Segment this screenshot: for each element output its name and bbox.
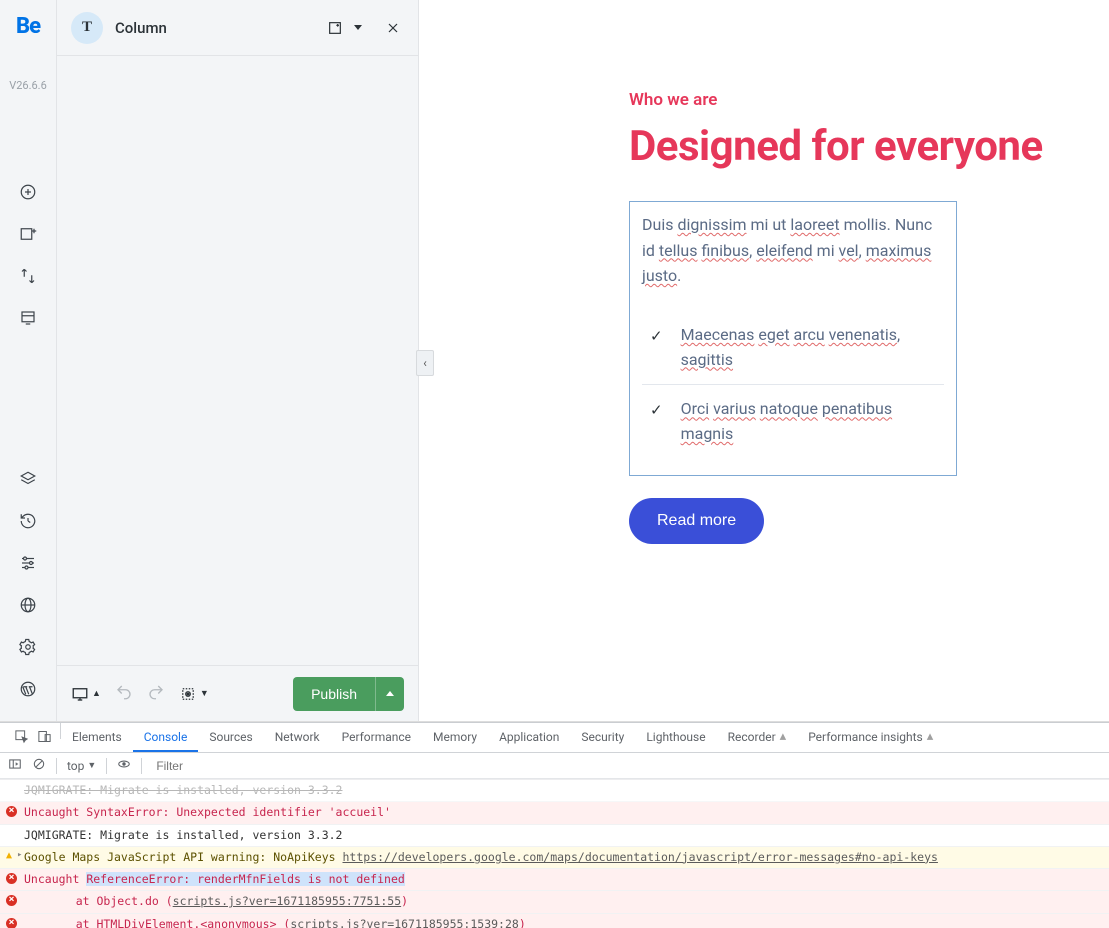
left-rail: Be V26.6.6 [0, 0, 57, 721]
check-icon: ✓ [650, 325, 663, 373]
tab-performance[interactable]: Performance [331, 723, 422, 752]
publish-options-button[interactable] [375, 677, 404, 711]
device-toolbar-icon[interactable] [37, 729, 52, 747]
preview-button[interactable]: ▼ [179, 685, 209, 703]
device-preview-button[interactable]: ▲ [71, 685, 101, 703]
log-entry: JQMIGRATE: Migrate is installed, version… [0, 825, 1109, 847]
settings-sliders-icon[interactable] [18, 553, 38, 573]
tab-sources[interactable]: Sources [198, 723, 263, 752]
log-entry-warning: ▸Google Maps JavaScript API warning: NoA… [0, 847, 1109, 869]
template-icon[interactable] [18, 308, 38, 328]
list-item[interactable]: ✓ Maecenas eget arcu venenatis, sagittis [642, 311, 944, 385]
inspector-footer: ▲ ▼ Publish [57, 665, 418, 721]
globe-icon[interactable] [18, 595, 38, 615]
tab-security[interactable]: Security [570, 723, 635, 752]
tab-console[interactable]: Console [133, 723, 199, 752]
selected-column[interactable]: Duis dignissim mi ut laoreet mollis. Nun… [629, 201, 957, 476]
undo-button[interactable] [115, 683, 133, 705]
inspect-element-icon[interactable] [14, 729, 29, 747]
app-version: V26.6.6 [9, 79, 47, 92]
body-paragraph[interactable]: Duis dignissim mi ut laoreet mollis. Nun… [642, 212, 944, 289]
beta-icon: ▴ [780, 730, 787, 743]
layers-icon[interactable] [18, 469, 38, 489]
section-subhead: Who we are [629, 90, 1069, 110]
close-icon[interactable] [382, 17, 404, 39]
live-expression-icon[interactable] [117, 757, 131, 774]
history-icon[interactable] [18, 511, 38, 531]
console-sidebar-toggle-icon[interactable] [8, 757, 22, 774]
wordpress-icon[interactable] [18, 679, 38, 699]
editor-canvas[interactable]: Who we are Designed for everyone Duis di… [419, 0, 1109, 721]
tab-application[interactable]: Application [488, 723, 570, 752]
log-entry-error: Uncaught ReferenceError: renderMfnFields… [0, 869, 1109, 891]
import-export-icon[interactable] [18, 266, 38, 286]
gear-icon[interactable] [18, 637, 38, 657]
tab-lighthouse[interactable]: Lighthouse [635, 723, 716, 752]
check-icon: ✓ [650, 399, 663, 447]
read-more-button[interactable]: Read more [629, 498, 764, 544]
element-type-label: Column [115, 19, 312, 37]
devtools-panel: Elements Console Sources Network Perform… [0, 722, 1109, 928]
console-toolbar: top ▼ [0, 753, 1109, 779]
panel-collapse-handle[interactable]: ‹ [416, 350, 434, 376]
log-entry-stack: at HTMLDivElement.<anonymous> (scripts.j… [0, 914, 1109, 928]
checklist: ✓ Maecenas eget arcu venenatis, sagittis… [642, 311, 944, 459]
clear-console-icon[interactable] [32, 757, 46, 774]
log-link[interactable]: scripts.js?ver=1671185955:1539:28 [290, 917, 518, 928]
section-add-icon[interactable] [18, 224, 38, 244]
tab-elements[interactable]: Elements [61, 723, 133, 752]
publish-button[interactable]: Publish [293, 677, 375, 711]
element-type-icon: T [71, 12, 103, 44]
console-log[interactable]: JQMIGRATE: Migrate is installed, version… [0, 779, 1109, 928]
tab-recorder[interactable]: Recorder ▴ [717, 723, 798, 752]
inspector-panel: T Column ▲ ▼ [57, 0, 419, 721]
log-link[interactable]: scripts.js?ver=1671185955:7751:55 [173, 894, 401, 908]
responsive-options-icon[interactable] [324, 17, 346, 39]
inspector-header: T Column [57, 0, 418, 56]
tab-performance-insights[interactable]: Performance insights ▴ [797, 723, 944, 752]
tab-memory[interactable]: Memory [422, 723, 488, 752]
log-entry: JQMIGRATE: Migrate is installed, version… [0, 779, 1109, 802]
beta-icon: ▴ [927, 730, 934, 743]
console-filter-input[interactable] [152, 757, 315, 775]
add-icon[interactable] [18, 182, 38, 202]
tab-network[interactable]: Network [264, 723, 331, 752]
log-entry-error: Uncaught SyntaxError: Unexpected identif… [0, 802, 1109, 824]
inspector-body [57, 56, 418, 665]
section-headline: Designed for everyone [629, 122, 1069, 171]
options-caret-icon[interactable] [354, 25, 362, 30]
execution-context-selector[interactable]: top ▼ [67, 759, 96, 773]
list-item[interactable]: ✓ Orci varius natoque penatibus magnis [642, 384, 944, 459]
devtools-tabs: Elements Console Sources Network Perform… [0, 723, 1109, 753]
log-link[interactable]: https://developers.google.com/maps/docum… [343, 850, 938, 864]
redo-button[interactable] [147, 683, 165, 705]
app-logo: Be [16, 14, 40, 39]
log-entry-stack: at Object.do (scripts.js?ver=1671185955:… [0, 891, 1109, 913]
